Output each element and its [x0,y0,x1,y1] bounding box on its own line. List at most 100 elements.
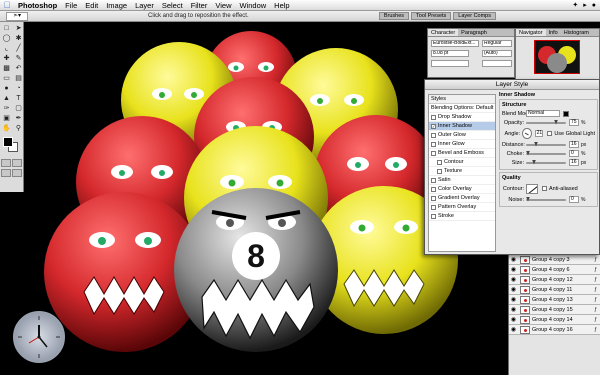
layer-effects-icon[interactable]: ƒ [594,277,597,283]
pen-icon[interactable]: ✑ [1,104,12,113]
menu-layer[interactable]: Layer [131,0,158,11]
dashboard-clock-widget[interactable] [13,311,65,363]
menu-view[interactable]: View [211,0,235,11]
layer-row[interactable]: ◉ Group 4 copy 3 ƒ [509,255,600,265]
tab-paragraph[interactable]: Paragraph [458,29,490,36]
well-tab-layer-comps[interactable]: Layer Comps [453,12,496,20]
layer-visibility-eye-icon[interactable]: ◉ [509,276,518,283]
layer-row[interactable]: ◉ Group 4 copy 15 ƒ [509,305,600,315]
contour-picker[interactable] [526,183,538,194]
slice-icon[interactable]: ╱ [13,44,24,53]
style-checkbox[interactable] [431,213,436,219]
blend-mode-select[interactable]: Normal [526,110,560,117]
spotlight-icon[interactable]: ● [592,2,596,9]
magic-wand-icon[interactable]: ✱ [13,34,24,43]
style-checkbox[interactable] [431,177,436,183]
style-checkbox[interactable] [437,159,442,165]
style-checkbox[interactable]: ✓ [431,123,436,129]
layer-visibility-eye-icon[interactable]: ◉ [509,286,518,293]
choke-input[interactable]: 0 [569,150,579,157]
styles-header[interactable]: Styles [429,95,495,104]
style-checkbox[interactable] [431,114,436,120]
layer-visibility-eye-icon[interactable]: ◉ [509,326,518,333]
path-select-icon[interactable]: ▲ [1,94,12,103]
screen-mode-standard-icon[interactable] [1,169,11,177]
document-canvas[interactable]: 8 [24,22,464,375]
navigator-thumbnail[interactable] [534,40,580,74]
menu-select[interactable]: Select [158,0,187,11]
angle-dial[interactable] [522,128,532,139]
style-checkbox[interactable] [431,195,436,201]
blending-options-item[interactable]: Blending Options: Default [429,104,495,113]
tracking-field[interactable] [482,60,512,67]
layer-effects-icon[interactable]: ƒ [594,307,597,313]
font-family-field[interactable]: Eurostile-BoldExt... [431,40,479,47]
style-item[interactable]: Contour [429,158,495,167]
bluetooth-icon[interactable]: ✦ [572,1,578,9]
layer-effects-icon[interactable]: ƒ [594,327,597,333]
kerning-field[interactable] [431,60,469,67]
anti-aliased-checkbox[interactable] [542,186,547,191]
tab-navigator[interactable]: Navigator [516,29,546,36]
distance-slider-knob[interactable] [534,141,538,147]
well-tab-brushes[interactable]: Brushes [378,12,410,20]
opacity-slider-knob[interactable] [554,119,558,125]
style-item[interactable]: Texture [429,167,495,176]
leading-field[interactable]: (Auto) [482,50,512,57]
notes-icon[interactable]: ▣ [1,114,12,123]
style-item[interactable]: Gradient Overlay [429,194,495,203]
font-style-field[interactable]: Regular [482,40,512,47]
menu-help[interactable]: Help [270,0,293,11]
style-checkbox[interactable] [431,141,436,147]
style-item[interactable]: Bevel and Emboss [429,149,495,158]
style-item[interactable]: Inner Glow [429,140,495,149]
layer-effects-icon[interactable]: ƒ [594,257,597,263]
layer-visibility-eye-icon[interactable]: ◉ [509,256,518,263]
noise-slider-knob[interactable] [526,196,530,202]
choke-slider-knob[interactable] [526,150,530,156]
size-slider-knob[interactable] [532,159,536,165]
volume-icon[interactable]: ▸ [583,1,587,9]
dodge-icon[interactable]: ◔ [13,84,24,93]
menu-image[interactable]: Image [102,0,131,11]
distance-input[interactable]: 16 [569,141,579,148]
brush-icon[interactable]: ✎ [13,54,24,63]
tab-histogram[interactable]: Histogram [561,29,592,36]
font-size-field[interactable]: 8.08 pt [431,50,469,57]
layer-row[interactable]: ◉ Group 4 copy 6 ƒ [509,265,600,275]
style-checkbox[interactable] [431,186,436,192]
layer-row[interactable]: ◉ Group 4 copy 16 ƒ [509,325,600,335]
style-checkbox[interactable] [431,132,436,138]
tool-preset-picker[interactable]: ➣▾ [6,11,28,21]
tab-info[interactable]: Info [546,29,561,36]
tab-character[interactable]: Character [428,29,459,36]
type-icon[interactable]: T [13,94,24,103]
stamp-icon[interactable]: ▩ [1,64,12,73]
layer-row[interactable]: ◉ Group 4 copy 13 ƒ [509,295,600,305]
layer-row[interactable]: ◉ Group 4 copy 11 ƒ [509,285,600,295]
style-item[interactable]: Stroke [429,212,495,221]
style-checkbox[interactable] [431,150,436,156]
layer-row[interactable]: ◉ Group 4 copy 14 ƒ [509,315,600,325]
eraser-icon[interactable]: ▭ [1,74,12,83]
crop-icon[interactable]: ⌞ [1,44,12,53]
opacity-input[interactable]: 75 [569,119,579,126]
style-item[interactable]: Pattern Overlay [429,203,495,212]
hand-icon[interactable]: ✋ [1,124,12,133]
choke-slider[interactable] [526,150,566,156]
style-item[interactable]: Drop Shadow [429,113,495,122]
shape-icon[interactable]: ▢ [13,104,24,113]
well-tab-tool-presets[interactable]: Tool Presets [411,12,452,20]
angle-input[interactable]: 21 [534,130,544,137]
move-icon[interactable]: ➤ [13,24,24,33]
layer-visibility-eye-icon[interactable]: ◉ [509,306,518,313]
foreground-color-swatch[interactable] [3,137,13,147]
style-item[interactable]: Satin [429,176,495,185]
layer-effects-icon[interactable]: ƒ [594,317,597,323]
shadow-color-swatch[interactable] [563,110,569,117]
menu-app-photoshop[interactable]: Photoshop [14,0,61,11]
layer-visibility-eye-icon[interactable]: ◉ [509,316,518,323]
menu-filter[interactable]: Filter [187,0,212,11]
noise-input[interactable]: 0 [569,196,579,203]
quick-mask-icon[interactable] [12,159,22,167]
